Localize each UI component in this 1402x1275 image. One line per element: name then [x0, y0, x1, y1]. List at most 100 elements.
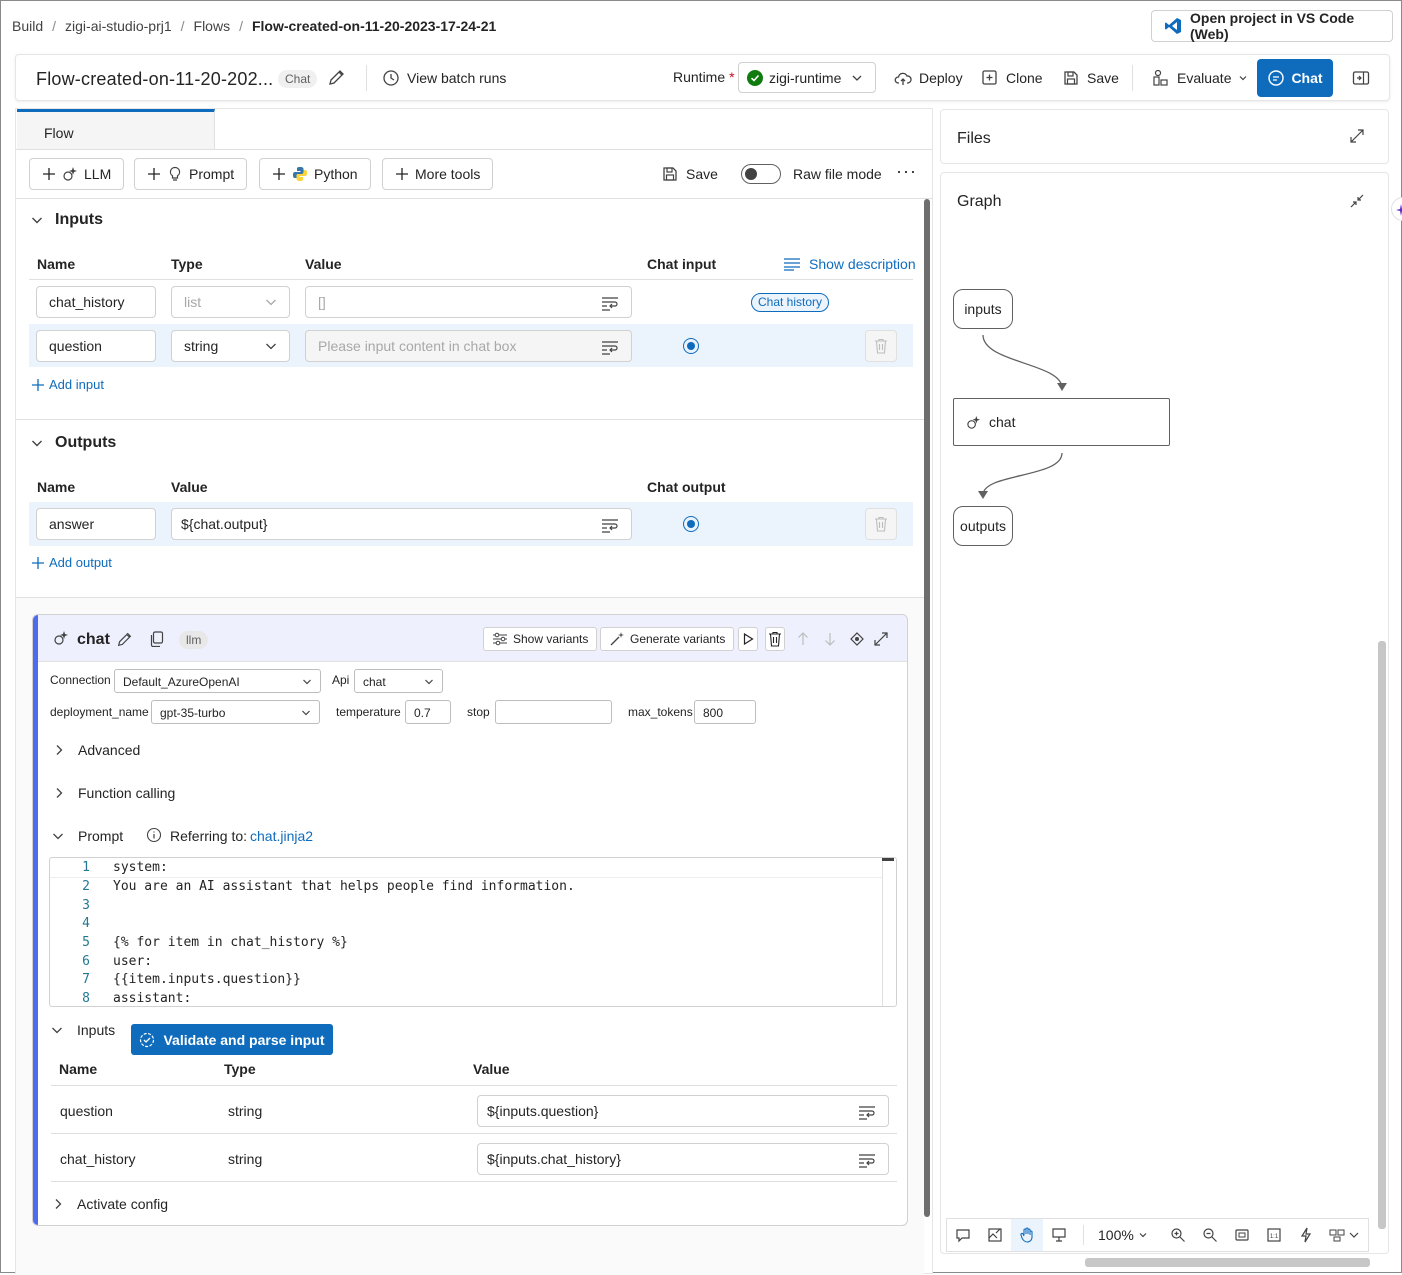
delete-node-button[interactable]: [765, 627, 785, 651]
input-name-question[interactable]: question: [36, 330, 156, 362]
function-calling-label: Function calling: [78, 785, 176, 801]
locate-icon[interactable]: [847, 627, 867, 651]
zoom-in-icon[interactable]: [1162, 1219, 1194, 1251]
graph-scrollbar-vertical[interactable]: [1378, 641, 1386, 1229]
graph-edges: [978, 334, 1067, 499]
add-llm-button[interactable]: LLM: [29, 158, 125, 190]
present-icon[interactable]: [1043, 1219, 1075, 1251]
connection-select[interactable]: Default_AzureOpenAI: [114, 669, 321, 693]
show-description-link[interactable]: Show description: [783, 256, 916, 272]
graph-node-outputs[interactable]: outputs: [953, 506, 1013, 546]
runtime-value: zigi-runtime: [769, 69, 842, 86]
chat-input-radio[interactable]: [683, 338, 699, 354]
input-type-question[interactable]: string: [171, 330, 290, 362]
show-variants-button[interactable]: Show variants: [483, 627, 598, 651]
advanced-expander[interactable]: Advanced: [54, 742, 140, 758]
clone-button[interactable]: Clone: [981, 69, 1043, 87]
prompt-code-editor[interactable]: 1 system: 2 You are an AI assistant that h…: [49, 857, 897, 1007]
prompt-file-link[interactable]: chat.jinja2: [250, 828, 313, 844]
move-up-icon[interactable]: [793, 627, 813, 651]
text-wrap-icon[interactable]: [601, 517, 619, 536]
node-inputs-expander[interactable]: Inputs: [51, 1022, 115, 1038]
input-value-question[interactable]: Please input content in chat box: [305, 330, 632, 362]
text-wrap-icon[interactable]: [858, 1104, 876, 1123]
move-down-icon[interactable]: [820, 627, 840, 651]
validate-and-parse-button[interactable]: Validate and parse input: [131, 1024, 333, 1055]
open-vscode-button[interactable]: Open project in VS Code (Web): [1151, 10, 1393, 42]
node-input-value-question[interactable]: ${inputs.question}: [477, 1095, 889, 1127]
raw-file-mode-toggle[interactable]: [741, 164, 781, 184]
auto-layout-icon[interactable]: [1290, 1219, 1322, 1251]
view-batch-runs-label: View batch runs: [407, 70, 507, 86]
actual-size-icon[interactable]: 1:1: [1258, 1219, 1290, 1251]
chevron-down-icon: [1238, 73, 1248, 83]
node-input-value-chat-history[interactable]: ${inputs.chat_history}: [477, 1143, 889, 1175]
deploy-button[interactable]: Deploy: [894, 69, 963, 87]
hand-pan-icon[interactable]: [1011, 1219, 1043, 1251]
output-value-answer[interactable]: ${chat.output}: [171, 508, 632, 540]
editor-scrollbar[interactable]: [924, 199, 930, 1217]
stop-input[interactable]: [495, 700, 612, 724]
prompt-expander[interactable]: Prompt: [52, 828, 123, 844]
comment-icon[interactable]: [947, 1219, 979, 1251]
api-select[interactable]: chat: [354, 669, 443, 693]
deployment-name-select[interactable]: gpt-35-turbo: [151, 700, 320, 724]
chevron-right-icon: [54, 744, 64, 756]
add-python-button[interactable]: Python: [259, 158, 371, 190]
add-output-link[interactable]: Add output: [31, 555, 112, 570]
run-node-button[interactable]: [738, 627, 758, 651]
zoom-out-icon[interactable]: [1194, 1219, 1226, 1251]
output-name-answer[interactable]: answer: [36, 508, 156, 540]
image-edit-icon[interactable]: [979, 1219, 1011, 1251]
graph-node-chat[interactable]: chat: [953, 398, 1170, 446]
delete-input-button[interactable]: [865, 330, 897, 362]
expand-icon[interactable]: [871, 627, 891, 651]
input-name-chat-history[interactable]: chat_history: [36, 286, 156, 318]
copy-icon[interactable]: [150, 631, 164, 647]
more-options-icon[interactable]: ···: [896, 161, 917, 182]
tab-flow[interactable]: Flow: [17, 109, 215, 149]
max-tokens-input[interactable]: 800: [694, 700, 756, 724]
temperature-input[interactable]: 0.7: [405, 700, 451, 724]
activate-config-expander[interactable]: Activate config: [53, 1196, 168, 1212]
outputs-col-name: Name: [37, 479, 76, 495]
deploy-label: Deploy: [919, 70, 963, 86]
breadcrumb-flows[interactable]: Flows: [194, 18, 231, 34]
edit-node-name-icon[interactable]: [116, 630, 134, 648]
breadcrumb-build[interactable]: Build: [12, 18, 43, 34]
input-value-chat-history[interactable]: []: [305, 286, 632, 318]
more-tools-button[interactable]: More tools: [382, 158, 494, 190]
zoom-select[interactable]: 100%: [1098, 1227, 1148, 1243]
outputs-section-header[interactable]: Outputs: [31, 434, 116, 452]
node-input-name: question: [60, 1103, 113, 1119]
evaluate-button[interactable]: Evaluate: [1152, 69, 1248, 87]
add-prompt-button[interactable]: Prompt: [134, 158, 248, 190]
view-batch-runs-button[interactable]: View batch runs: [382, 69, 506, 87]
save-flow-button[interactable]: Save: [1062, 69, 1119, 87]
input-type-chat-history[interactable]: list: [171, 286, 290, 318]
layout-options-icon[interactable]: [1322, 1219, 1366, 1251]
text-wrap-icon[interactable]: [601, 295, 619, 314]
inputs-section-header[interactable]: Inputs: [31, 211, 103, 229]
text-wrap-icon[interactable]: [601, 339, 619, 358]
add-input-link[interactable]: Add input: [31, 377, 104, 392]
maximize-icon[interactable]: [1350, 129, 1364, 143]
delete-output-button[interactable]: [865, 508, 897, 540]
save-file-button[interactable]: Save: [661, 165, 718, 183]
graph-node-inputs[interactable]: inputs: [953, 289, 1013, 329]
breadcrumb-project[interactable]: zigi-ai-studio-prj1: [65, 18, 172, 34]
referring-to-label: Referring to:: [170, 828, 248, 844]
chat-output-radio[interactable]: [683, 516, 699, 532]
chat-button[interactable]: Chat: [1257, 59, 1333, 97]
runtime-select[interactable]: zigi-runtime: [738, 62, 876, 93]
panel-toggle-icon[interactable]: [1352, 69, 1370, 87]
function-calling-expander[interactable]: Function calling: [54, 785, 175, 801]
edit-title-icon[interactable]: [327, 67, 347, 87]
plus-icon: [272, 167, 286, 181]
generate-variants-button[interactable]: Generate variants: [600, 627, 735, 651]
graph-scrollbar-horizontal[interactable]: [1085, 1258, 1370, 1267]
node-type-badge: llm: [179, 631, 209, 649]
text-wrap-icon[interactable]: [858, 1152, 876, 1171]
fit-view-icon[interactable]: [1226, 1219, 1258, 1251]
side-assistant-tab[interactable]: [1391, 197, 1402, 221]
